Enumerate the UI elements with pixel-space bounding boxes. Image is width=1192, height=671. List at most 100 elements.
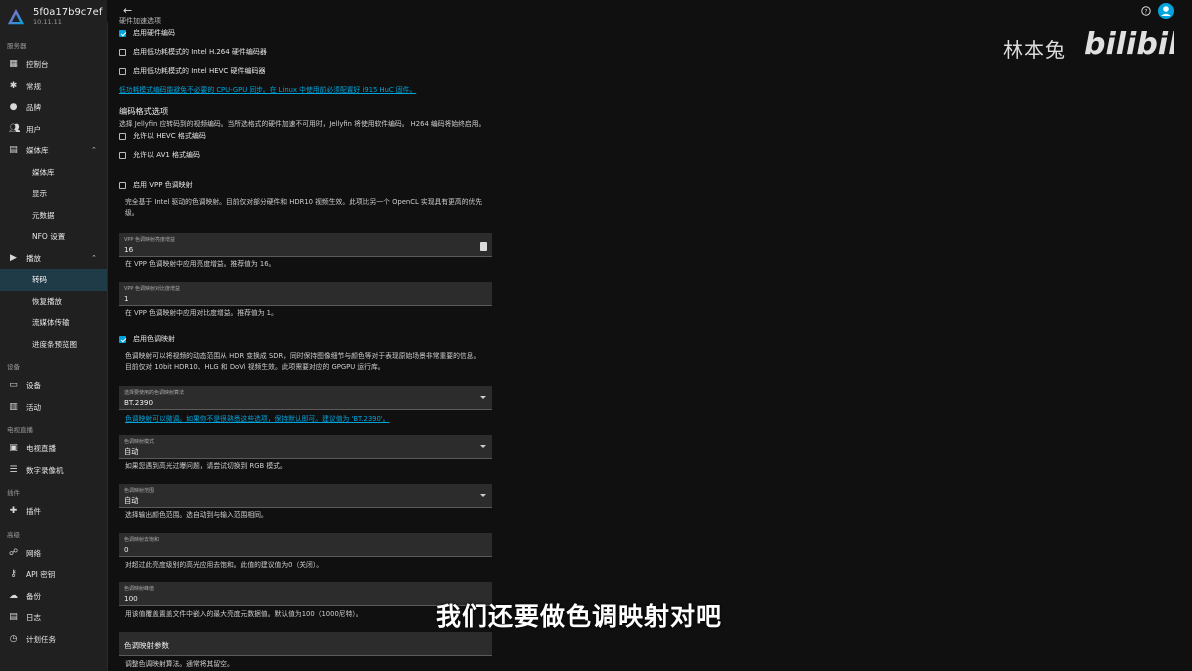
- vpp-brightness-hint: 在 VPP 色调映射中应用亮度增益。推荐值为 16。: [125, 260, 276, 268]
- library-icon: ▤: [9, 145, 18, 156]
- watermark-text: 林本兔: [1003, 38, 1066, 62]
- lowpower-help-link[interactable]: 低功耗模式编码能避免不必要的 CPU-GPU 同步。在 Linux 中使用前必须…: [119, 84, 416, 94]
- tonemap-param-input[interactable]: 色调映射参数: [119, 632, 492, 656]
- nav-libraries-sub[interactable]: 媒体库: [0, 162, 107, 184]
- palette-icon: ●: [9, 102, 18, 113]
- top-bar: ← ?: [107, 0, 1192, 22]
- nav-transcoding[interactable]: 转码: [0, 269, 107, 291]
- svg-text:?: ?: [1144, 8, 1147, 15]
- nav-nfo[interactable]: NFO 设置: [0, 226, 107, 248]
- vpp-brightness-input[interactable]: VPP 色调映射亮度增益 16: [119, 233, 492, 257]
- nav-livetv[interactable]: ▣ 电视直播: [0, 438, 107, 460]
- server-name: 5f0a17b9c7ef: [33, 7, 103, 18]
- chevron-up-icon: ⌃: [91, 146, 97, 154]
- tonemap-param-label: 色调映射参数: [124, 641, 169, 650]
- nav-streaming[interactable]: 流媒体传输: [0, 312, 107, 334]
- tonemap-mode-select[interactable]: 色调映射模式 自动: [119, 435, 492, 459]
- tonemap-peak-label: 色调映射峰值: [124, 586, 155, 592]
- help-icon[interactable]: ?: [1141, 6, 1151, 16]
- dropdown-caret-icon: [480, 396, 486, 399]
- users-icon: 👥︎: [9, 123, 21, 134]
- nav-branding[interactable]: ● 品牌: [0, 97, 107, 119]
- hw-encoding-label: 启用硬件编码: [133, 29, 175, 37]
- dashboard-icon: ▦: [9, 59, 18, 70]
- user-avatar-icon[interactable]: [1158, 3, 1174, 19]
- tonemap-peak-value: 100: [124, 594, 138, 603]
- nav-trickplay[interactable]: 进度条预览图: [0, 334, 107, 356]
- section-server: 服务器: [7, 42, 27, 50]
- nav-libraries[interactable]: ▤ 媒体库 ⌃: [0, 140, 107, 162]
- tonemap-algorithm-select[interactable]: 选择要使用的色调映射算法 BT.2390: [119, 386, 492, 410]
- lowpower-hevc-label: 启用低功耗模式的 Intel HEVC 硬件编码器: [133, 67, 266, 75]
- section-advanced: 高级: [7, 530, 20, 539]
- nav-activity[interactable]: ▥ 活动: [0, 397, 107, 419]
- tonemap-mode-value: 自动: [124, 447, 139, 456]
- nav-logs[interactable]: ▤ 日志: [0, 607, 107, 629]
- nav-apikeys[interactable]: ⚷ API 密钥: [0, 564, 107, 586]
- vpp-tonemap-desc: 完全基于 Intel 驱动的色调映射。目前仅对部分硬件和 HDR10 视频生效。…: [125, 198, 483, 217]
- nav-metadata[interactable]: 元数据: [0, 205, 107, 227]
- tonemap-algorithm-link[interactable]: 色调映射可以微调。如果你不是很熟悉这些选项，保持默认即可。建议值为 'BT.23…: [125, 413, 389, 423]
- tonemap-algorithm-value: BT.2390: [124, 398, 154, 407]
- lowpower-h264-label: 启用低功耗模式的 Intel H.264 硬件编码器: [133, 48, 267, 56]
- encoding-format-heading: 编码格式选项: [119, 106, 169, 116]
- tonemap-desat-hint: 对超过此亮度级别的高光应用去饱和。此值的建议值为0（关闭）。: [125, 561, 324, 569]
- vpp-contrast-input[interactable]: VPP 色调映射对比度增益 1: [119, 282, 492, 306]
- nav-users[interactable]: 👥︎ 用户: [0, 119, 107, 141]
- section-livetv: 电视直播: [7, 426, 33, 434]
- tonemap-algorithm-label: 选择要使用的色调映射算法: [124, 390, 185, 396]
- nav-tasks[interactable]: ◷ 计划任务: [0, 629, 107, 651]
- tonemap-param-hint: 调整色调映射算法。通常将其留空。: [125, 660, 234, 668]
- vpp-contrast-hint: 在 VPP 色调映射中应用对比度增益。推荐值为 1。: [125, 309, 278, 317]
- tonemap-mode-hint: 如果您遇到高光过曝问题，请尝试切换到 RGB 模式。: [125, 462, 287, 470]
- bilibili-logo-text: bilibili: [1084, 27, 1174, 60]
- vpp-contrast-label: VPP 色调映射对比度增益: [124, 286, 181, 292]
- gear-icon: ✱: [9, 80, 18, 91]
- clock-icon: ◷: [9, 633, 18, 644]
- puzzle-icon: ✚: [9, 506, 18, 517]
- nav-dashboard[interactable]: ▦ 控制台: [0, 54, 107, 76]
- tonemap-checkbox[interactable]: [119, 336, 126, 343]
- lowpower-hevc-checkbox[interactable]: [119, 68, 126, 75]
- back-arrow-icon[interactable]: ←: [123, 5, 133, 16]
- spinner-icon[interactable]: [480, 242, 487, 251]
- nav-plugins[interactable]: ✚ 插件: [0, 501, 107, 523]
- network-icon: ☍: [9, 547, 19, 558]
- vpp-tonemap-checkbox[interactable]: [119, 182, 126, 189]
- tonemap-desat-input[interactable]: 色调映射去饱和 0: [119, 533, 492, 557]
- nav-devices[interactable]: ▭ 设备: [0, 375, 107, 397]
- tonemap-desat-label: 色调映射去饱和: [124, 537, 160, 543]
- dropdown-caret-icon: [480, 494, 486, 497]
- tonemap-range-select[interactable]: 色调映射范围 自动: [119, 484, 492, 508]
- nav-general[interactable]: ✱ 常规: [0, 76, 107, 98]
- allow-av1-label: 允许以 AV1 格式编码: [133, 151, 201, 159]
- nav-backups[interactable]: ☁ 备份: [0, 586, 107, 608]
- tonemap-desc: 色调映射可以将视频的动态范围从 HDR 变换成 SDR，同时保持图像细节与颜色等…: [125, 352, 481, 371]
- bilibili-logo: bilibili: [1084, 27, 1174, 60]
- hw-encoding-checkbox[interactable]: [119, 30, 126, 37]
- encoding-format-desc: 选择 Jellyfin 应转码到的视频编码。当所选格式的硬件加速不可用时，Jel…: [119, 120, 486, 128]
- server-version: 10.11.11: [33, 18, 62, 26]
- allow-av1-checkbox[interactable]: [119, 152, 126, 159]
- nav-display[interactable]: 显示: [0, 183, 107, 205]
- transcoding-settings: 硬件加速选项 启用硬件编码 启用低功耗模式的 Intel H.264 硬件编码器…: [107, 17, 1192, 671]
- log-icon: ▤: [9, 612, 18, 623]
- server-brand[interactable]: 5f0a17b9c7ef 10.11.11: [0, 0, 107, 34]
- activity-icon: ▥: [9, 401, 18, 412]
- jellyfin-logo-icon: [7, 8, 25, 25]
- nav-dvr[interactable]: ☰ 数字录像机: [0, 460, 107, 482]
- hw-accel-heading-cut: 硬件加速选项: [119, 17, 161, 25]
- allow-hevc-checkbox[interactable]: [119, 133, 126, 140]
- sidebar: 5f0a17b9c7ef 10.11.11 服务器 ▦ 控制台 ✱ 常规 ● 品牌 👥…: [0, 0, 108, 671]
- dropdown-caret-icon: [480, 445, 486, 448]
- nav-playback[interactable]: ▶ 播放 ⌃: [0, 248, 107, 270]
- tonemap-range-label: 色调映射范围: [124, 488, 155, 494]
- cloud-icon: ☁: [9, 590, 18, 601]
- vpp-tonemap-label: 启用 VPP 色调映射: [133, 181, 193, 189]
- nav-networking[interactable]: ☍ 网络: [0, 543, 107, 565]
- lowpower-h264-checkbox[interactable]: [119, 49, 126, 56]
- section-devices: 设备: [7, 363, 20, 371]
- tonemap-range-value: 自动: [124, 496, 139, 505]
- nav-resume[interactable]: 恢复播放: [0, 291, 107, 313]
- tonemap-desat-value: 0: [124, 545, 129, 554]
